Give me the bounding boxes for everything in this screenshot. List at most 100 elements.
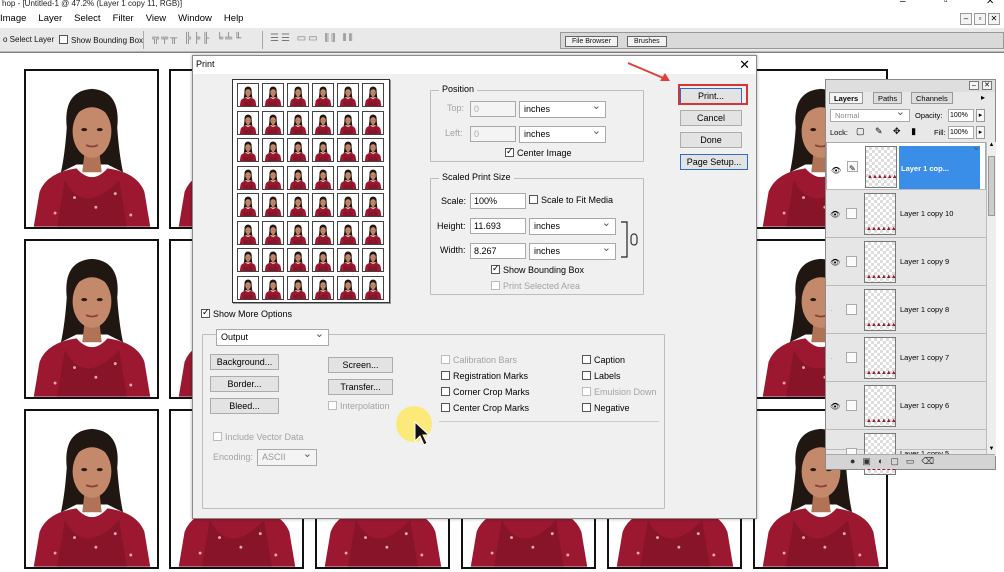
tab-channels[interactable]: Channels <box>911 92 953 104</box>
scale-field[interactable]: 100% <box>470 193 526 209</box>
registration-marks-option[interactable]: Registration Marks <box>441 371 528 381</box>
link-box[interactable] <box>846 256 857 267</box>
layer-row[interactable]: · ▲▲▲▲▲▲ Layer 1 copy 7 <box>826 334 986 382</box>
include-vector-data-checkbox[interactable] <box>213 432 222 441</box>
panel-menu-icon[interactable]: ▸ <box>981 93 985 102</box>
output-select[interactable]: Output <box>216 327 329 346</box>
page-setup-button[interactable]: Page Setup... <box>680 154 748 170</box>
center-crop-marks-checkbox[interactable] <box>441 403 450 412</box>
layer-row[interactable]: 👁 ▲▲▲▲▲▲ Layer 1 copy 6 <box>826 382 986 430</box>
interpolation-option[interactable]: Interpolation <box>328 401 390 411</box>
distribute-icons[interactable]: ☰☰ ▭▭ ⫼⫼ ⫴⫴ <box>270 33 355 44</box>
doc-minimize-icon[interactable]: – <box>960 13 972 25</box>
width-field[interactable]: 8.267 <box>470 243 526 259</box>
registration-marks-checkbox[interactable] <box>441 371 450 380</box>
tab-layers[interactable]: Layers <box>829 92 864 104</box>
eye-icon[interactable]: 👁 <box>830 258 840 267</box>
corner-crop-marks-option[interactable]: Corner Crop Marks <box>441 387 530 397</box>
blend-mode-select[interactable]: Normal <box>830 107 910 122</box>
doc-restore-icon[interactable]: ▫ <box>974 13 986 25</box>
left-unit-select[interactable]: inches <box>519 124 606 143</box>
link-box[interactable] <box>846 208 857 219</box>
layer-row[interactable]: 👁 ▲▲▲▲▲▲ Layer 1 copy 10 <box>826 190 986 238</box>
close-window-icon[interactable]: ✕ <box>986 0 994 7</box>
corner-crop-marks-checkbox[interactable] <box>441 387 450 396</box>
scroll-up-icon[interactable]: ▲ <box>987 142 996 152</box>
eye-icon[interactable]: 👁 <box>830 402 840 411</box>
menu-layer[interactable]: Layer <box>32 13 68 24</box>
eye-icon[interactable]: · <box>830 306 833 315</box>
interpolation-checkbox[interactable] <box>328 401 337 410</box>
width-unit-select[interactable]: inches <box>529 241 616 260</box>
panel-close-icon[interactable]: ✕ <box>982 81 992 90</box>
palette-tab-brushes[interactable]: Brushes <box>627 36 667 47</box>
top-field[interactable]: 0 <box>470 101 516 117</box>
show-bounding-box-option[interactable]: Show Bounding Box <box>59 35 143 45</box>
menu-filter[interactable]: Filter <box>107 13 140 24</box>
show-bounding-box-checkbox[interactable] <box>491 263 500 274</box>
link-box[interactable] <box>846 352 857 363</box>
encoding-select[interactable]: ASCII <box>257 447 317 466</box>
minimize-icon[interactable]: – <box>900 0 906 7</box>
link-box[interactable]: ✎ <box>847 161 858 173</box>
lock-icons[interactable]: ▢ ✎ ✥ ▮ <box>856 126 920 137</box>
menu-image[interactable]: Image <box>0 13 32 24</box>
calibration-bars-option[interactable]: Calibration Bars <box>441 355 517 365</box>
maximize-icon[interactable]: ▫ <box>944 0 948 7</box>
transfer-button[interactable]: Transfer... <box>328 379 393 395</box>
negative-checkbox[interactable] <box>582 403 591 412</box>
layers-scrollbar[interactable]: ▲ ▼ <box>986 142 996 456</box>
print-selected-area-checkbox[interactable] <box>491 281 500 290</box>
done-button[interactable]: Done <box>680 132 742 148</box>
menu-select[interactable]: Select <box>68 13 106 24</box>
background-button[interactable]: Background... <box>210 354 279 370</box>
center-crop-marks-option[interactable]: Center Crop Marks <box>441 403 529 413</box>
caption-option[interactable]: Caption <box>582 355 625 365</box>
bleed-button[interactable]: Bleed... <box>210 398 279 414</box>
scroll-thumb[interactable] <box>988 156 995 216</box>
eye-icon[interactable]: 👁 <box>831 163 841 178</box>
show-bounding-box-checkbox[interactable] <box>59 35 68 44</box>
link-proportions-icon[interactable] <box>619 221 641 261</box>
center-image-option[interactable]: Center Image <box>505 146 572 158</box>
border-button[interactable]: Border... <box>210 376 279 392</box>
eye-icon[interactable]: · <box>830 354 833 363</box>
fill-arrow-icon[interactable]: ▸ <box>976 126 985 139</box>
link-box[interactable] <box>846 400 857 411</box>
eye-icon[interactable]: 👁 <box>830 210 840 219</box>
scale-to-fit-checkbox[interactable] <box>529 195 538 204</box>
show-more-options-checkbox[interactable] <box>201 307 210 318</box>
left-field[interactable]: 0 <box>470 126 516 142</box>
fill-field[interactable]: 100% <box>948 126 974 139</box>
layer-row[interactable]: · ▲▲▲▲▲▲ Layer 1 copy 8 <box>826 286 986 334</box>
screen-button[interactable]: Screen... <box>328 357 393 373</box>
negative-option[interactable]: Negative <box>582 403 630 413</box>
panel-minimize-icon[interactable]: – <box>969 81 979 90</box>
close-icon[interactable]: ✕ <box>739 57 750 72</box>
labels-option[interactable]: Labels <box>582 371 621 381</box>
layer-row[interactable]: ·▲▲▲▲▲▲Layer 1 copy 5 <box>826 430 986 475</box>
doc-close-icon[interactable]: ✕ <box>988 13 1000 25</box>
opacity-arrow-icon[interactable]: ▸ <box>976 109 985 122</box>
show-more-options[interactable]: Show More Options <box>201 307 292 319</box>
align-icons[interactable]: ╦╤╥ ╠╞╟ ╘╧╙ <box>152 33 243 44</box>
scale-to-fit-option[interactable]: Scale to Fit Media <box>529 195 613 205</box>
layers-footer-icons[interactable]: ●▣◐▢▭⌫ <box>826 454 995 469</box>
emulsion-down-checkbox[interactable] <box>582 387 591 396</box>
layer-row[interactable]: 👁 ▲▲▲▲▲▲ Layer 1 copy 9 <box>826 238 986 286</box>
center-image-checkbox[interactable] <box>505 146 514 157</box>
menu-help[interactable]: Help <box>218 13 250 24</box>
menu-window[interactable]: Window <box>172 13 218 24</box>
include-vector-data-option[interactable]: Include Vector Data <box>213 432 304 442</box>
tab-paths[interactable]: Paths <box>873 92 903 104</box>
top-unit-select[interactable]: inches <box>519 99 606 118</box>
height-field[interactable]: 11.693 <box>470 218 526 234</box>
menu-view[interactable]: View <box>140 13 172 24</box>
opacity-field[interactable]: 100% <box>948 109 974 122</box>
emulsion-down-option[interactable]: Emulsion Down <box>582 387 657 397</box>
link-box[interactable] <box>846 304 857 315</box>
labels-checkbox[interactable] <box>582 371 591 380</box>
show-bounding-box-option[interactable]: Show Bounding Box <box>491 263 584 275</box>
print-selected-area-option[interactable]: Print Selected Area <box>491 281 580 291</box>
height-unit-select[interactable]: inches <box>529 216 616 235</box>
